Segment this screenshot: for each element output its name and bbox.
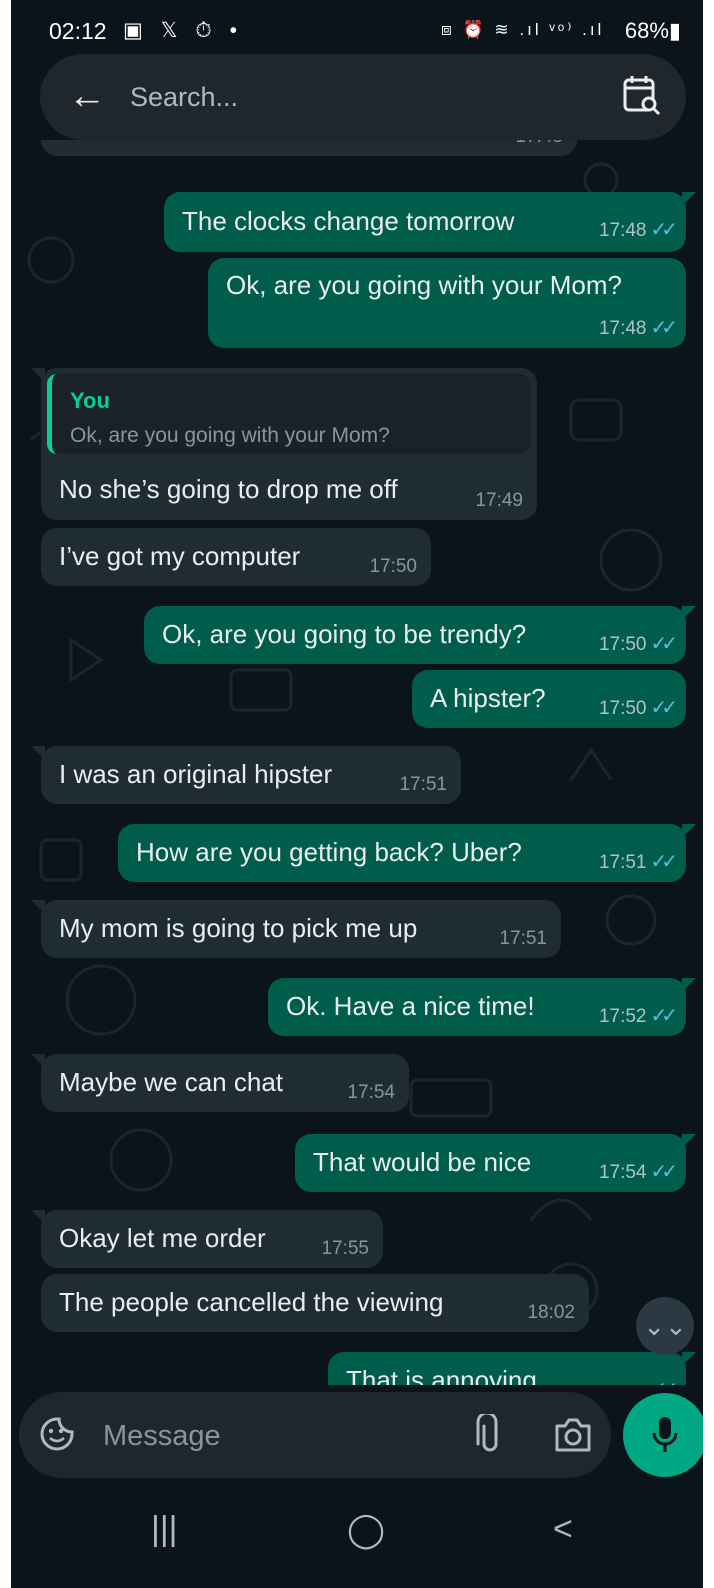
bubble-tail (31, 1210, 45, 1224)
message-bubble-outgoing[interactable]: That is annoying ✓✓ (328, 1352, 696, 1385)
message-time: 17:55 (321, 1238, 369, 1259)
message-bubble-incoming-reply[interactable]: You Ok, are you going with your Mom? No … (31, 368, 537, 520)
quoted-sender: You (70, 388, 110, 413)
camera-icon[interactable] (553, 1416, 593, 1454)
message-bubble-outgoing[interactable]: A hipster? 17:50 ✓✓ (412, 670, 686, 728)
message-time: 17:54 (598, 1162, 647, 1183)
bubble-tail (31, 1054, 45, 1068)
sticker-icon[interactable] (39, 1416, 75, 1452)
read-ticks-icon: ✓✓ (650, 697, 677, 719)
notification-icons: ▣ 𝕏 ⏱ • (123, 19, 243, 42)
read-ticks-icon: ✓✓ (650, 1379, 677, 1385)
read-ticks-icon: ✓✓ (650, 219, 677, 241)
message-time: 17:49 (475, 490, 523, 511)
search-input[interactable] (128, 76, 552, 118)
mic-button[interactable] (623, 1393, 703, 1477)
bubble-tail (31, 368, 45, 382)
home-button[interactable]: ◯ (347, 1510, 385, 1550)
battery-indicator: 68%▮ (624, 18, 681, 43)
message-time: 17:50 (598, 634, 647, 655)
search-bar: ← (40, 54, 686, 140)
message-bubble-outgoing[interactable]: How are you getting back? Uber? 17:51 ✓✓ (118, 824, 696, 882)
message-bubble-incoming[interactable]: The people cancelled the viewing 18:02 (41, 1274, 589, 1332)
message-time: 17:51 (399, 774, 447, 795)
message-bubble-incoming[interactable]: I was an original hipster 17:51 (31, 746, 461, 804)
message-time: 17:50 (598, 698, 647, 719)
bubble-tail (682, 824, 696, 838)
message-time: 17:54 (347, 1082, 395, 1103)
quoted-message[interactable]: You Ok, are you going with your Mom? (47, 374, 530, 454)
status-time: 02:12 (49, 18, 107, 44)
message-bubble-outgoing[interactable]: Ok, are you going with your Mom? 17:48 ✓✓ (208, 258, 686, 348)
message-time: 18:02 (527, 1302, 575, 1323)
read-ticks-icon: ✓✓ (650, 1161, 677, 1183)
message-bubble-incoming[interactable]: My mom is going to pick me up 17:51 (31, 900, 561, 958)
bubble-tail (31, 900, 45, 914)
message-time: 17:48 (598, 318, 647, 339)
status-bar: 02:12 ▣ 𝕏 ⏱ • ⧈ ⏰ ≋ .ıl ᵛᵒ⁾ .ıl 68%▮ (11, 0, 703, 56)
read-ticks-icon: ✓✓ (650, 633, 677, 655)
message-bubble-outgoing[interactable]: That would be nice 17:54 ✓✓ (295, 1134, 696, 1192)
message-bubble-outgoing[interactable]: Ok. Have a nice time! 17:52 ✓✓ (268, 978, 696, 1036)
chat-area[interactable]: 17:48 The clocks change tomorrow 17:48✓✓… (11, 140, 703, 1385)
bubble-tail (31, 746, 45, 760)
bubble-tail (682, 1352, 696, 1366)
message-time: 17:52 (598, 1006, 647, 1027)
arrow-left-icon[interactable]: ← (68, 74, 106, 118)
scroll-to-bottom-button[interactable]: ⌄⌄ (636, 1297, 694, 1355)
message-time: 17:51 (499, 928, 547, 949)
message-time: 17:51 (598, 852, 647, 873)
microphone-icon (652, 1417, 678, 1452)
message-time: 17:50 (369, 556, 417, 577)
message-bubble-outgoing[interactable]: Ok, are you going to be trendy? 17:50 ✓✓ (144, 606, 696, 664)
message-bubble-incoming[interactable]: Okay let me order 17:55 (31, 1210, 383, 1268)
quoted-text: Ok, are you going with your Mom? (70, 424, 390, 447)
paperclip-icon[interactable] (475, 1414, 505, 1456)
system-nav-bar: ||| ◯ < (11, 1490, 703, 1588)
message-time: 17:48 (598, 220, 647, 241)
back-button[interactable]: < (553, 1510, 573, 1549)
bubble-tail (682, 1134, 696, 1148)
partial-message[interactable]: 17:48 (41, 140, 577, 156)
calendar-search-icon[interactable] (622, 74, 664, 118)
message-bubble-incoming[interactable]: Maybe we can chat 17:54 (31, 1054, 409, 1112)
bubble-tail (682, 978, 696, 992)
double-chevron-down-icon: ⌄⌄ (643, 1311, 687, 1341)
message-bubble-incoming[interactable]: I’ve got my computer 17:50 (41, 528, 431, 586)
recents-button[interactable]: ||| (151, 1510, 178, 1549)
message-composer (19, 1392, 611, 1478)
read-ticks-icon: ✓✓ (650, 1005, 677, 1027)
bubble-tail (682, 606, 696, 620)
phone-screen: 02:12 ▣ 𝕏 ⏱ • ⧈ ⏰ ≋ .ıl ᵛᵒ⁾ .ıl 68%▮ ← S… (11, 0, 703, 1588)
bubble-tail (682, 192, 696, 206)
message-bubble-outgoing[interactable]: The clocks change tomorrow 17:48 ✓✓ (164, 192, 696, 252)
read-ticks-icon: ✓✓ (650, 317, 677, 339)
read-ticks-icon: ✓✓ (650, 851, 677, 873)
message-input[interactable] (101, 1414, 445, 1458)
system-status-icons: ⧈ ⏰ ≋ .ıl ᵛᵒ⁾ .ıl (441, 20, 605, 39)
